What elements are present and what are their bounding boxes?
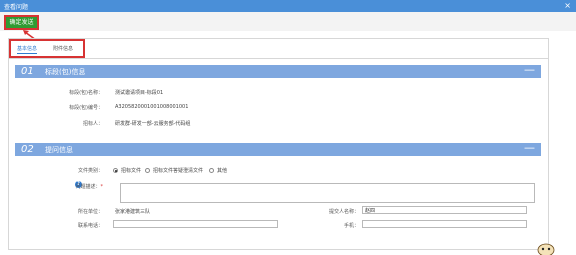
tab-divider xyxy=(9,58,548,59)
tab-attachment-info[interactable]: 附件信息 xyxy=(53,45,73,52)
section-title: 提问信息 xyxy=(45,146,73,154)
window-titlebar: 查看问题 × xyxy=(0,0,576,12)
question-textarea[interactable] xyxy=(120,183,535,203)
radio-other[interactable] xyxy=(209,168,214,173)
section-header-question-info: 02 提问信息 — xyxy=(15,141,541,156)
window-title: 查看问题 xyxy=(4,4,29,11)
lot-code-value: A3205820001001008001001 xyxy=(115,104,189,110)
lot-name-value: 测试邀请项目-标段01 xyxy=(115,90,164,96)
mobile-label: 手机： xyxy=(343,223,359,229)
radio-label: 其他 xyxy=(217,168,228,174)
tenderer-label: 招标人： xyxy=(82,121,103,127)
unit-value: 张家港建筑三队 xyxy=(115,209,151,215)
radio-tender-file[interactable] xyxy=(113,168,118,173)
radio-label: 招标文件答疑澄清文件 xyxy=(153,168,204,174)
file-type-radio-group: 招标文件 招标文件答疑澄清文件 其他 xyxy=(113,168,273,174)
radio-clarification-file[interactable] xyxy=(145,168,150,173)
required-mark: * xyxy=(100,184,104,190)
tenderer-value: 研发群-研发一部-云服务部-代码组 xyxy=(115,121,191,127)
tab-basic-info[interactable]: 基本信息 xyxy=(17,45,38,54)
submitter-input[interactable]: 赵四 xyxy=(362,206,527,214)
file-type-label: 文件类别： xyxy=(77,168,103,174)
unit-label: 所在单位： xyxy=(77,209,103,215)
question-label: 问题描述：* xyxy=(75,184,104,190)
lot-name-label: 标段(包)名称： xyxy=(69,90,103,96)
mobile-input[interactable] xyxy=(362,220,527,228)
section-number: 01 xyxy=(21,66,34,77)
lot-code-label: 标段(包)编号： xyxy=(69,105,103,111)
collapse-icon[interactable]: — xyxy=(524,141,535,154)
collapse-icon[interactable]: — xyxy=(524,63,535,76)
phone-label: 联系电话： xyxy=(77,223,103,229)
phone-input[interactable] xyxy=(113,220,278,228)
section-title: 标段(包)信息 xyxy=(45,68,86,76)
close-icon[interactable]: × xyxy=(564,1,571,10)
radio-label: 招标文件 xyxy=(121,168,142,174)
submitter-label: 提交人名称： xyxy=(328,209,359,215)
toolbar: 确定发送 xyxy=(0,12,576,31)
section-header-lot-info: 01 标段(包)信息 — xyxy=(15,63,541,78)
content-panel: 基本信息 附件信息 01 标段(包)信息 — 标段(包)名称： 测试邀请项目-标… xyxy=(8,38,549,250)
confirm-send-button[interactable]: 确定发送 xyxy=(4,15,39,30)
section-number: 02 xyxy=(21,144,34,155)
